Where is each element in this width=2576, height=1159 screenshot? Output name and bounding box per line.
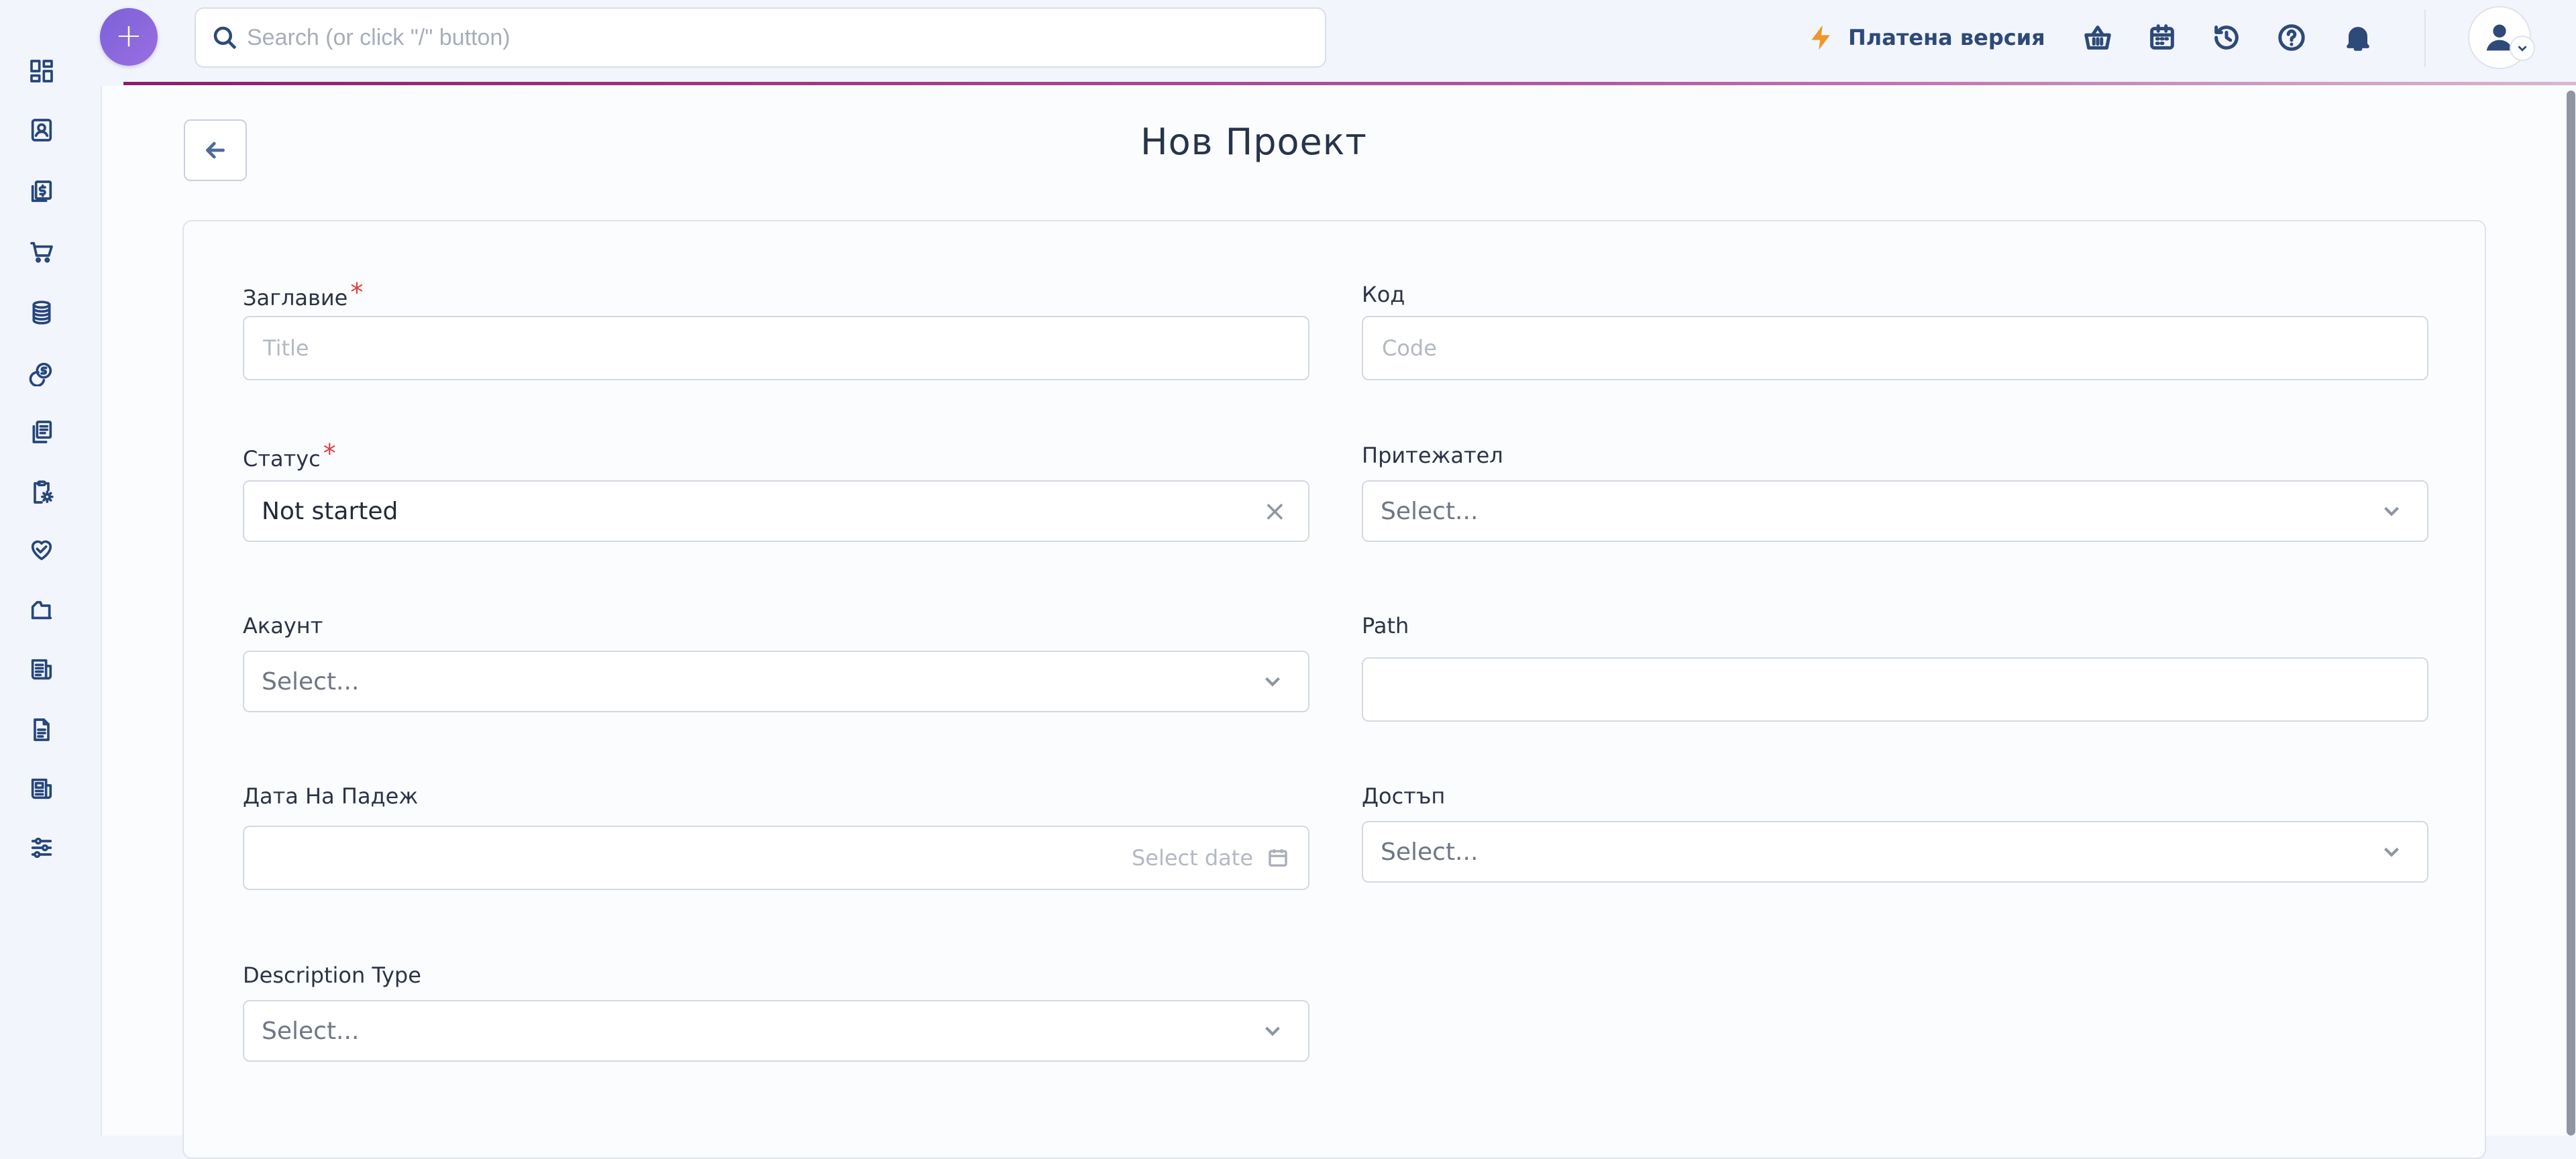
account-placeholder: Select...: [262, 667, 360, 696]
lightning-icon: [1811, 25, 1830, 50]
file-text-icon[interactable]: [27, 715, 56, 744]
clear-icon[interactable]: ×: [1263, 497, 1287, 525]
account-label: Акаунт: [243, 613, 323, 639]
back-button[interactable]: [184, 119, 247, 181]
search-bar[interactable]: [195, 7, 1326, 68]
accent-divider: [123, 82, 2576, 85]
paid-version-label: Платена версия: [1848, 25, 2045, 50]
description-type-placeholder: Select...: [262, 1017, 360, 1045]
status-label-text: Статус: [243, 446, 321, 472]
title-label-text: Заглавие: [243, 285, 348, 311]
history-icon[interactable]: [2209, 20, 2244, 55]
code-input[interactable]: [1363, 317, 2427, 379]
basket-icon[interactable]: [2080, 20, 2115, 55]
due-date-label: Дата На Падеж: [243, 783, 419, 809]
sliders-icon[interactable]: [27, 833, 56, 863]
chevron-down-icon: [2384, 506, 2399, 516]
reports-icon[interactable]: [27, 774, 56, 804]
sidebar: [0, 0, 83, 1136]
toolbar-divider: [2424, 9, 2426, 67]
search-input[interactable]: [246, 23, 1325, 52]
chevron-down-icon: [1265, 1026, 1280, 1036]
chevron-down-icon: [1265, 677, 1280, 687]
calendar-icon: [1269, 849, 1287, 867]
dashboard-icon[interactable]: [27, 56, 56, 86]
database-icon[interactable]: [27, 298, 56, 327]
access-label: Достъп: [1362, 783, 1446, 809]
add-new-button[interactable]: +: [100, 8, 158, 66]
search-icon: [213, 26, 237, 50]
page-scrollbar[interactable]: [2567, 91, 2575, 1136]
due-date-picker[interactable]: Select date: [243, 826, 1309, 890]
owner-placeholder: Select...: [1381, 497, 1479, 525]
chevron-down-icon: [2384, 847, 2399, 857]
arrow-left-icon: [206, 142, 225, 159]
path-field[interactable]: [1362, 657, 2428, 722]
news-icon[interactable]: [27, 655, 56, 684]
status-label: Статус *: [243, 439, 336, 472]
access-select[interactable]: Select...: [1362, 821, 2428, 883]
required-mark: *: [350, 278, 364, 307]
clipboard-settings-icon[interactable]: [27, 478, 56, 507]
code-label: Код: [1362, 282, 1405, 307]
cart-icon[interactable]: [27, 237, 56, 267]
status-value: Not started: [262, 497, 398, 525]
invoices-icon[interactable]: [27, 177, 56, 207]
access-placeholder: Select...: [1381, 838, 1479, 866]
title-field[interactable]: [243, 316, 1309, 380]
plus-icon: +: [115, 17, 143, 54]
page-title: Нов Проект: [1140, 121, 1367, 163]
owner-select[interactable]: Select...: [1362, 480, 2428, 542]
code-field[interactable]: [1362, 316, 2428, 380]
path-input[interactable]: [1363, 659, 2427, 720]
documents-icon[interactable]: [27, 417, 56, 447]
chevron-down-icon: [2510, 36, 2535, 61]
required-mark: *: [323, 439, 336, 468]
status-select[interactable]: Not started ×: [243, 480, 1309, 542]
title-label: Заглавие *: [243, 278, 363, 311]
description-type-label: Description Type: [243, 962, 421, 988]
user-menu-button[interactable]: [2468, 6, 2535, 69]
due-date-placeholder: Select date: [1131, 845, 1253, 871]
contacts-icon[interactable]: [27, 115, 56, 145]
path-label: Path: [1362, 613, 1409, 639]
help-icon[interactable]: [2274, 20, 2309, 55]
coins-icon[interactable]: [27, 358, 56, 388]
project-form: Заглавие* Код Статус* Not started × Прит…: [182, 220, 2486, 1159]
owner-label: Притежател: [1362, 443, 1503, 468]
chart-icon[interactable]: [27, 594, 56, 624]
description-type-select[interactable]: Select...: [243, 1000, 1309, 1062]
heart-handshake-icon[interactable]: [27, 535, 56, 565]
account-select[interactable]: Select...: [243, 651, 1309, 712]
bell-icon[interactable]: [2341, 20, 2375, 55]
paid-version-link[interactable]: Платена версия: [1807, 19, 2045, 56]
title-input[interactable]: [244, 317, 1308, 379]
calendar-icon[interactable]: [2145, 20, 2180, 55]
